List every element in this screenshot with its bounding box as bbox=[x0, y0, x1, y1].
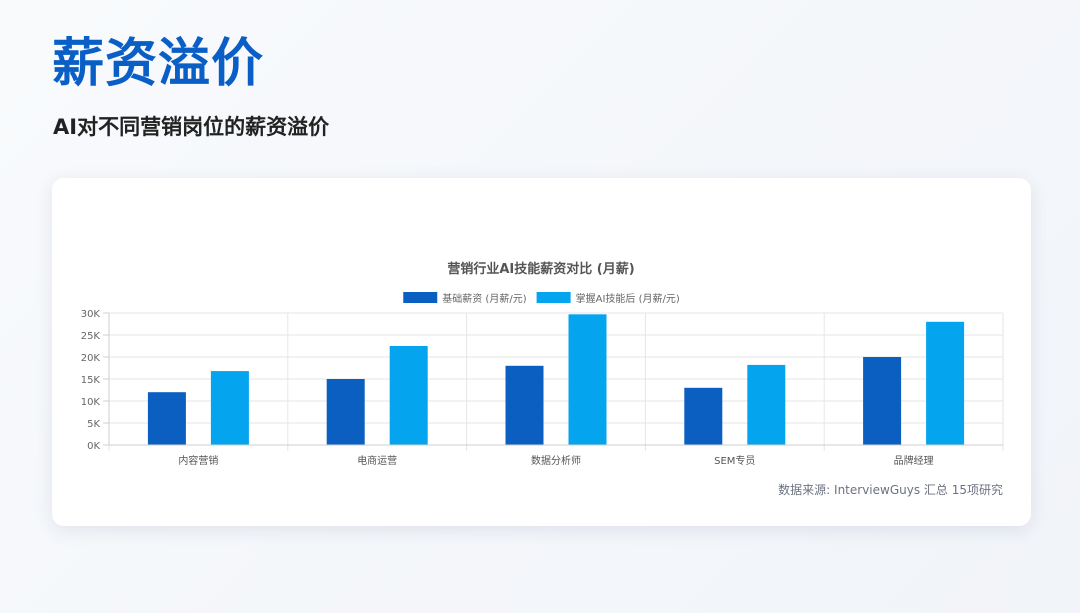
bar-base-2 bbox=[505, 365, 544, 445]
data-source-note: 数据来源: InterviewGuys 汇总 15项研究 bbox=[778, 483, 1003, 497]
y-tick-label: 0K bbox=[87, 441, 100, 452]
legend-swatch-0 bbox=[403, 292, 438, 303]
y-tick-label: 30K bbox=[81, 309, 101, 320]
chart-legend: 基础薪资 (月薪/元) 掌握AI技能后 (月薪/元) bbox=[403, 292, 680, 305]
y-tick-label: 20K bbox=[81, 353, 101, 364]
chart-title: 营销行业AI技能薪资对比 (月薪) bbox=[447, 261, 634, 277]
y-tick-label: 5K bbox=[87, 419, 100, 430]
x-tick-label: 数据分析师 bbox=[531, 454, 581, 467]
bar-ai-0 bbox=[210, 371, 249, 445]
x-tick-label: SEM专员 bbox=[714, 454, 755, 467]
legend-label-1: 掌握AI技能后 (月薪/元) bbox=[576, 292, 680, 305]
bar-ai-3 bbox=[747, 364, 786, 445]
bar-base-0 bbox=[147, 392, 186, 445]
legend-swatch-1 bbox=[536, 292, 571, 303]
legend-label-0: 基础薪资 (月薪/元) bbox=[442, 292, 526, 305]
bar-base-3 bbox=[684, 387, 723, 445]
y-tick-label: 25K bbox=[81, 331, 101, 342]
bar-ai-4 bbox=[926, 321, 965, 445]
page-title: 薪资溢价 bbox=[52, 34, 265, 94]
y-tick-label: 15K bbox=[81, 375, 101, 386]
chart-bars bbox=[147, 314, 965, 445]
y-tick-label: 10K bbox=[81, 397, 101, 408]
bar-base-4 bbox=[863, 357, 902, 445]
page-subtitle: AI对不同营销岗位的薪资溢价 bbox=[53, 115, 330, 139]
x-tick-label: 品牌经理 bbox=[894, 454, 934, 467]
bar-ai-2 bbox=[568, 314, 607, 445]
x-tick-label: 电商运营 bbox=[357, 454, 397, 467]
bar-base-1 bbox=[326, 379, 365, 445]
chart-card: 营销行业AI技能薪资对比 (月薪) 基础薪资 (月薪/元) 掌握AI技能后 (月薪… bbox=[52, 178, 1031, 526]
x-tick-label: 内容营销 bbox=[178, 454, 218, 467]
bar-chart: 营销行业AI技能薪资对比 (月薪) 基础薪资 (月薪/元) 掌握AI技能后 (月薪… bbox=[81, 261, 1004, 467]
bar-ai-1 bbox=[389, 346, 428, 445]
